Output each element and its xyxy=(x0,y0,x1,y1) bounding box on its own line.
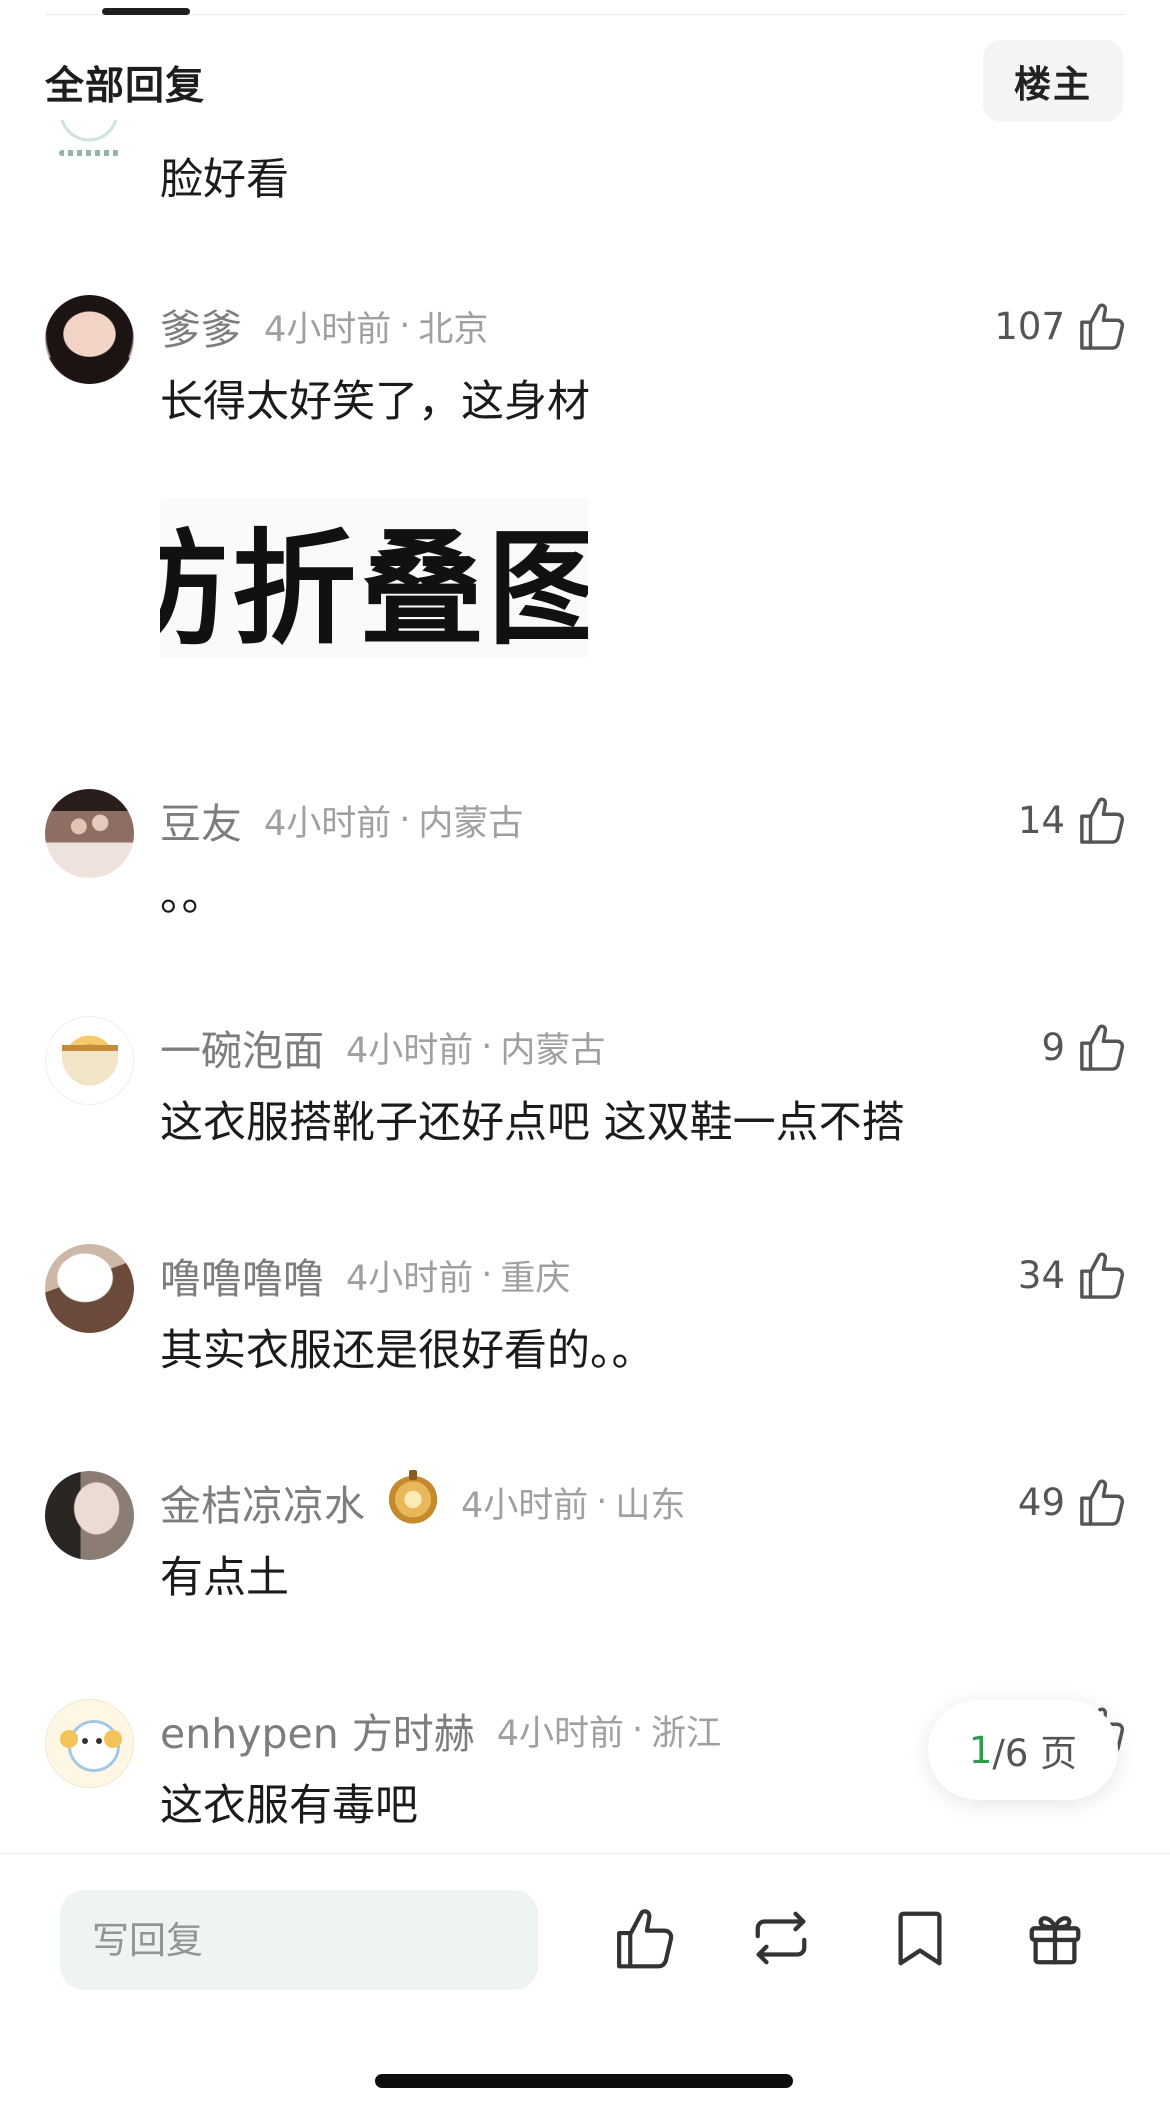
comment-author[interactable]: 噜噜噜噜 xyxy=(160,1245,324,1305)
active-tab-indicator xyxy=(102,8,190,15)
thumb-up-icon xyxy=(1080,1252,1125,1299)
comment-location: 浙江 xyxy=(651,1713,722,1754)
comment-author[interactable]: 金桔凉凉水 xyxy=(160,1472,365,1532)
comment-image-text: 防折叠图 xyxy=(160,517,588,658)
comment-text: 这衣服搭靴子还好点吧 这双鞋一点不搭 xyxy=(160,1098,905,1148)
comment-text: 长得太好笑了，这身材 xyxy=(160,377,590,427)
bookmark-icon[interactable] xyxy=(889,1906,951,1970)
avatar[interactable] xyxy=(45,1244,134,1333)
comment-meta: 噜噜噜噜 4小时前 · 重庆 xyxy=(160,1250,571,1303)
meta-separator: · xyxy=(596,1482,608,1522)
comment-text: 。。 xyxy=(160,871,225,921)
comment-time: 4小时前 xyxy=(264,309,392,350)
like-count: 34 xyxy=(1017,1253,1065,1297)
comment-author[interactable]: enhypen 方时赫 xyxy=(160,1700,475,1760)
like-count: 9 xyxy=(1041,1025,1065,1069)
page-total: /6 页 xyxy=(992,1732,1078,1775)
comment-meta: 金桔凉凉水 4小时前 · 山东 xyxy=(160,1470,686,1530)
lantern-badge-icon[interactable] xyxy=(387,1470,439,1528)
comment-meta: enhypen 方时赫 4小时前 · 浙江 xyxy=(160,1705,722,1758)
comment-time: 4小时前 xyxy=(346,1258,474,1299)
avatar[interactable] xyxy=(45,295,134,384)
home-indicator xyxy=(375,2074,793,2088)
like-button[interactable]: 107 xyxy=(994,295,1125,357)
like-button[interactable]: 14 xyxy=(1018,789,1125,851)
comment-text: 脸好看 xyxy=(160,155,289,205)
meta-separator: · xyxy=(399,800,411,840)
comment-meta: 一碗泡面 4小时前 · 内蒙古 xyxy=(160,1022,606,1075)
thumb-up-icon[interactable] xyxy=(614,1906,676,1970)
comment-text: 有点土 xyxy=(160,1553,289,1603)
comment-image[interactable]: 防折叠图 xyxy=(160,498,588,658)
bottom-bar-divider xyxy=(0,1853,1170,1854)
comment-author[interactable]: 爹爹 xyxy=(160,296,242,356)
comment-time: 4小时前 xyxy=(264,803,392,844)
comment-text: 其实衣服还是很好看的。。 xyxy=(160,1326,655,1376)
thumb-up-icon xyxy=(1080,1024,1125,1071)
comment-time: 4小时前 xyxy=(461,1485,589,1526)
like-count: 107 xyxy=(994,304,1065,348)
avatar[interactable] xyxy=(45,789,134,878)
page-current: 1 xyxy=(968,1728,993,1772)
comment-location: 山东 xyxy=(615,1485,686,1526)
like-button[interactable]: 34 xyxy=(1018,1244,1125,1306)
meta-separator: · xyxy=(632,1710,644,1750)
like-count: 14 xyxy=(1017,798,1065,842)
comment-location: 重庆 xyxy=(500,1258,571,1299)
comment-time: 4小时前 xyxy=(496,1713,625,1754)
comment-author[interactable]: 豆友 xyxy=(160,790,242,850)
comment-time: 4小时前 xyxy=(346,1030,474,1071)
comment-author[interactable]: 一碗泡面 xyxy=(160,1017,324,1077)
gift-icon[interactable] xyxy=(1024,1906,1086,1970)
comment-location: 内蒙古 xyxy=(500,1030,606,1071)
page-indicator[interactable]: 1/6 页 xyxy=(928,1700,1118,1800)
avatar[interactable] xyxy=(45,120,133,158)
meta-separator: · xyxy=(481,1255,493,1295)
meta-separator: · xyxy=(481,1027,493,1067)
top-divider xyxy=(45,14,1125,15)
repost-icon[interactable] xyxy=(750,1906,812,1970)
section-title: 全部回复 xyxy=(45,64,206,109)
thumb-up-icon xyxy=(1080,1479,1125,1526)
reply-input[interactable] xyxy=(60,1890,538,1990)
like-button[interactable]: 49 xyxy=(1018,1471,1125,1533)
comment-meta: 豆友 4小时前 · 内蒙古 xyxy=(160,795,524,848)
avatar[interactable] xyxy=(45,1016,134,1105)
meta-separator: · xyxy=(399,306,411,346)
comment-location: 北京 xyxy=(418,309,489,350)
op-only-button[interactable]: 楼主 xyxy=(983,40,1123,122)
thumb-up-icon xyxy=(1080,303,1125,350)
like-count: 49 xyxy=(1017,1480,1065,1524)
comment-location: 内蒙古 xyxy=(418,803,524,844)
avatar[interactable] xyxy=(45,1699,134,1788)
avatar[interactable] xyxy=(45,1471,134,1560)
comment-text: 这衣服有毒吧 xyxy=(160,1781,418,1831)
comment-meta: 爹爹 4小时前 · 北京 xyxy=(160,301,489,354)
like-button[interactable]: 9 xyxy=(1041,1016,1125,1078)
thumb-up-icon xyxy=(1080,797,1125,844)
